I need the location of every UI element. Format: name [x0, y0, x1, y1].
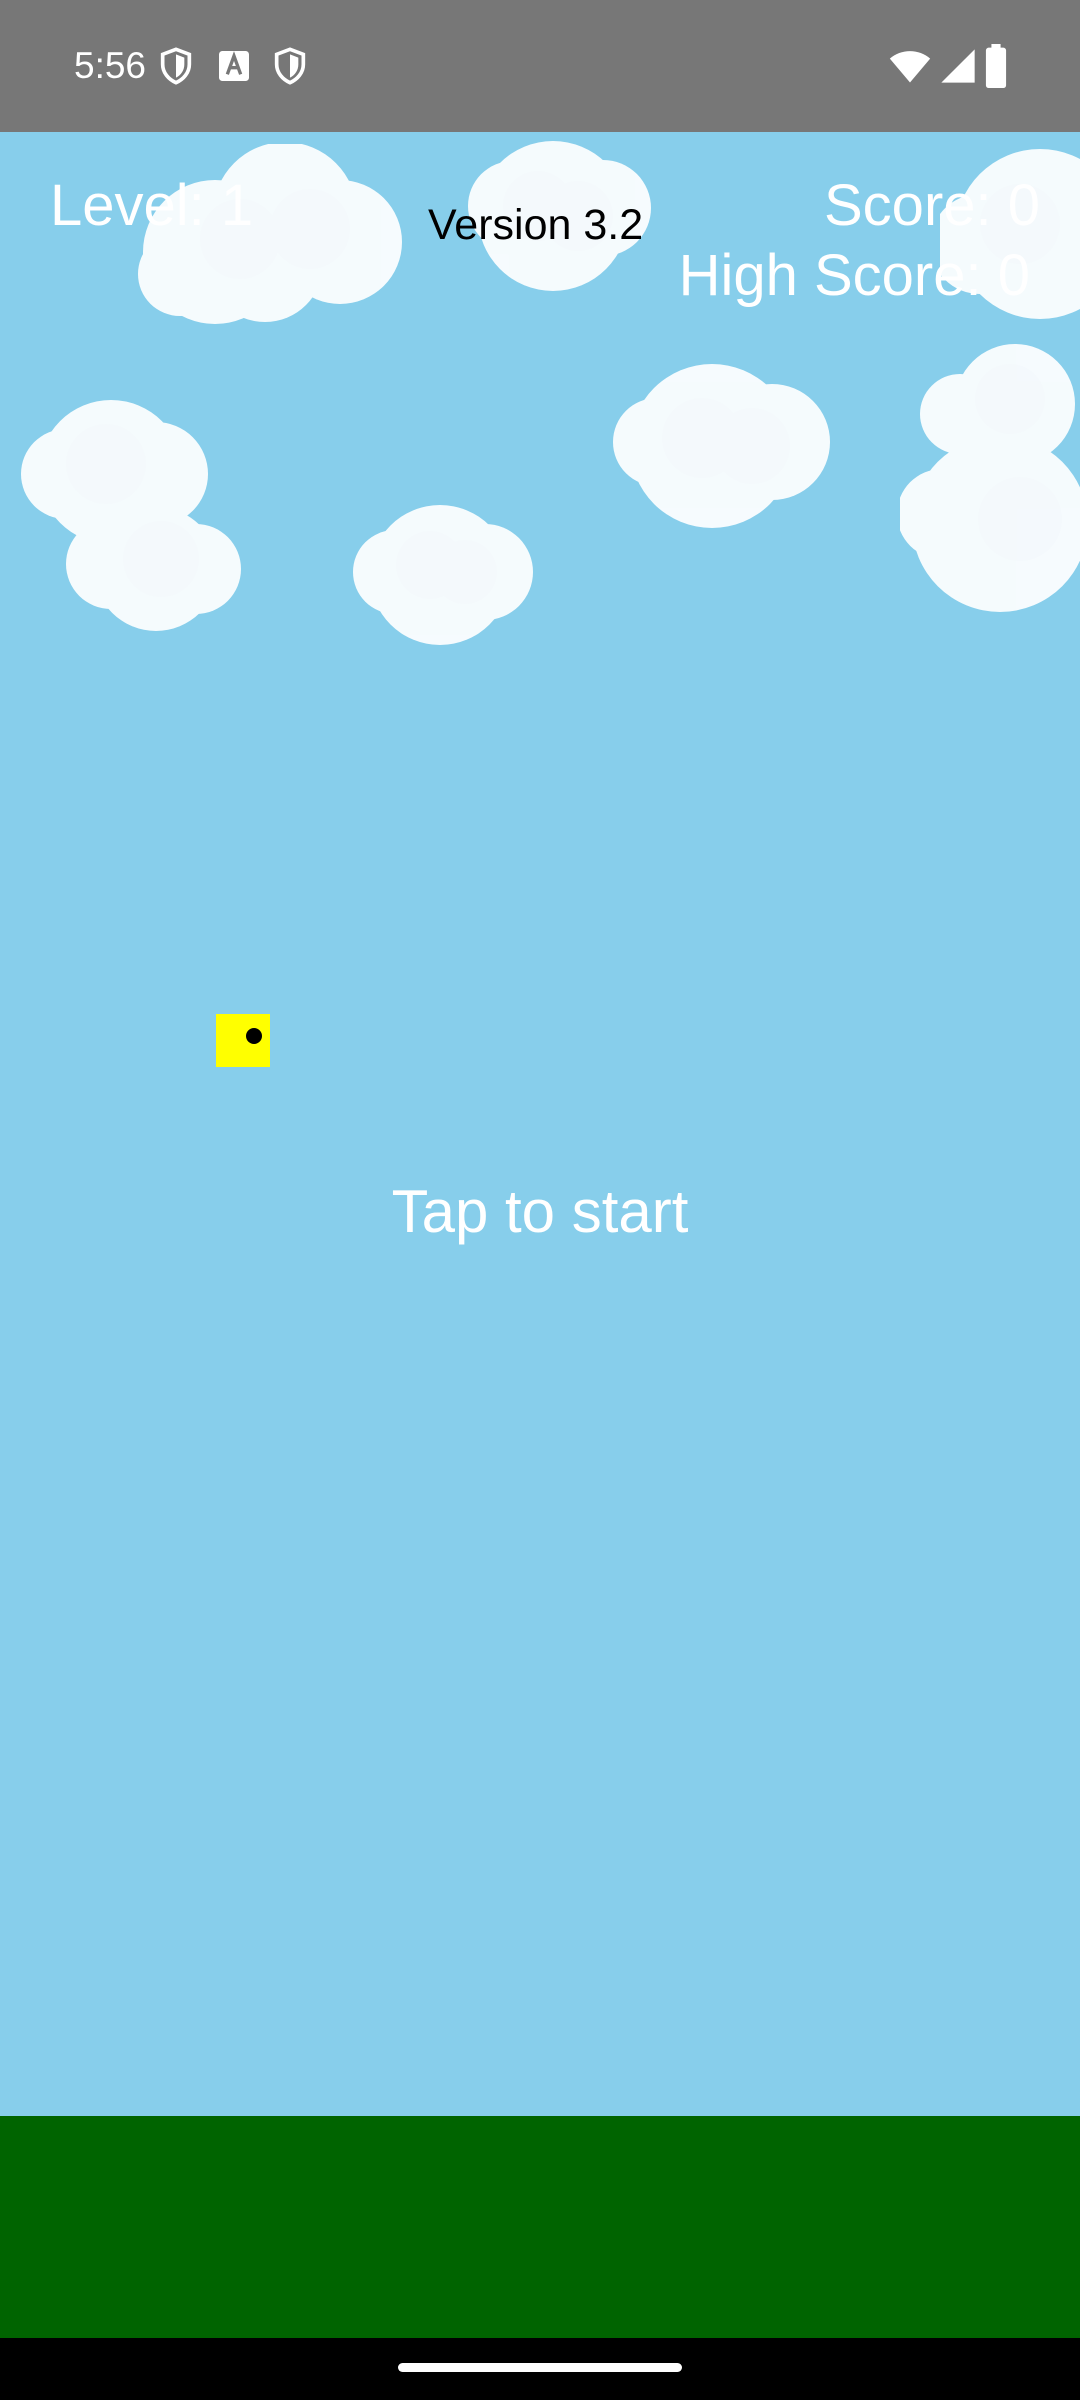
battery-icon — [985, 44, 1007, 88]
tap-to-start-prompt[interactable]: Tap to start — [0, 1177, 1080, 1247]
cloud — [900, 344, 1080, 612]
ground — [0, 2116, 1080, 2338]
cloud — [613, 364, 830, 528]
level-label: Level: 1 — [50, 173, 254, 238]
score-label: Score: 0 — [824, 173, 1040, 238]
status-bar: 5:56 — [0, 0, 1080, 132]
cloud — [21, 400, 241, 631]
cloud — [353, 505, 533, 645]
version-label: Version 3.2 — [428, 201, 644, 249]
cellular-signal-icon — [941, 49, 975, 83]
game-canvas[interactable]: Level: 1 Version 3.2 Score: 0 High Score… — [0, 132, 1080, 2116]
player-square — [216, 1014, 270, 1067]
high-score-label: High Score: 0 — [678, 243, 1030, 308]
wifi-icon — [889, 51, 931, 83]
status-time: 5:56 — [74, 45, 147, 86]
shield-icon — [274, 47, 306, 85]
font-a-icon — [219, 51, 249, 81]
shield-icon — [160, 47, 192, 85]
phone-screen: 5:56 Level: 1 Version 3.2 Score: 0 High … — [0, 0, 1080, 2400]
player-eye — [246, 1028, 262, 1044]
home-indicator[interactable] — [398, 2363, 682, 2372]
navigation-bar — [0, 2338, 1080, 2400]
